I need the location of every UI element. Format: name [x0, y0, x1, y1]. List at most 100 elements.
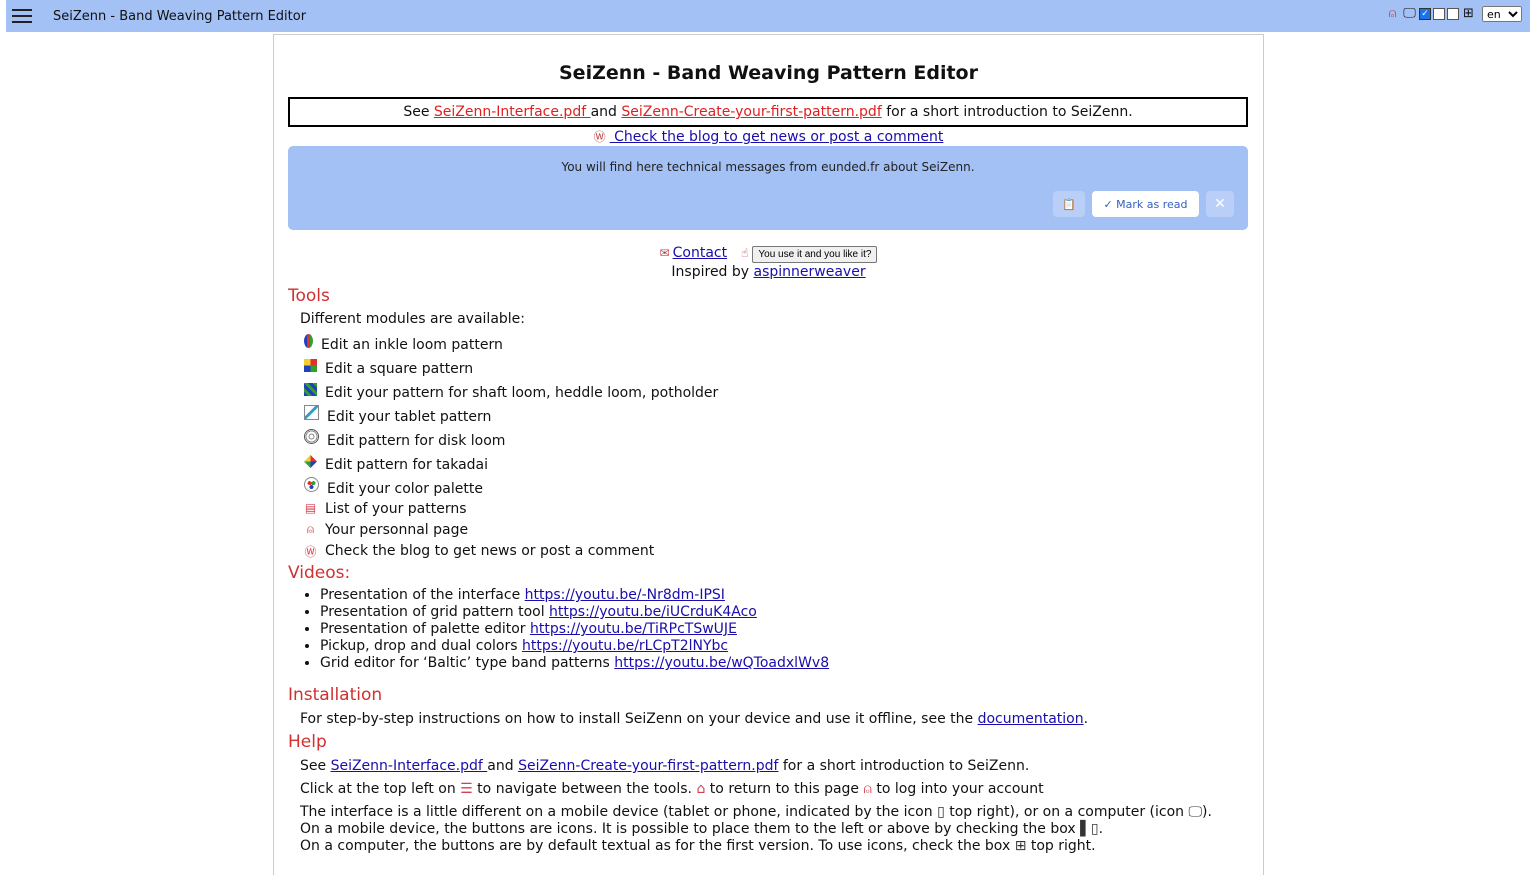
video-label: Pickup, drop and dual colors: [320, 638, 522, 654]
video-item: Grid editor for ‘Baltic’ type band patte…: [320, 655, 829, 672]
tools-list: Edit an inkle loom pattern Edit a square…: [304, 329, 718, 559]
close-message-button[interactable]: ✕: [1206, 191, 1234, 217]
thumbs-up-icon: ☝: [741, 246, 749, 260]
message-text: You will find here technical messages fr…: [561, 160, 975, 174]
tool-label: Edit your pattern for shaft loom, heddle…: [325, 385, 719, 401]
tool-item-tablet[interactable]: Edit your tablet pattern: [304, 401, 718, 425]
help-text: ).: [1202, 804, 1212, 820]
inkle-icon: [304, 334, 313, 348]
tool-item-square[interactable]: Edit a square pattern: [304, 353, 718, 377]
help-prefix: See: [300, 758, 331, 774]
tool-label: Edit your color palette: [327, 481, 483, 497]
tool-label: Edit pattern for disk loom: [327, 433, 506, 449]
user-icon: ⍝: [306, 522, 315, 536]
help-text: On a computer, the buttons are by defaul…: [300, 838, 1015, 854]
help-first-pattern-pdf-link[interactable]: SeiZenn-Create-your-first-pattern.pdf: [518, 758, 778, 774]
tool-item-disk-loom[interactable]: Edit pattern for disk loom: [304, 425, 718, 449]
user-icon: ⍝: [863, 781, 872, 797]
help-and: and: [487, 758, 519, 774]
message-box: You will find here technical messages fr…: [288, 146, 1248, 230]
intro-and: and: [590, 104, 622, 120]
video-link[interactable]: https://youtu.be/iUCrduK4Aco: [549, 604, 757, 620]
square-pattern-icon: [304, 359, 317, 372]
help-text: .: [1098, 821, 1104, 837]
wordpress-icon: Ⓦ: [304, 545, 317, 559]
tool-item-inkle[interactable]: Edit an inkle loom pattern: [304, 329, 718, 353]
tool-label: Edit your tablet pattern: [327, 409, 492, 425]
installation-suffix: .: [1083, 711, 1089, 727]
video-link[interactable]: https://youtu.be/-Nr8dm-IPSI: [525, 587, 725, 603]
grid-icon[interactable]: ⊞: [1461, 6, 1476, 22]
video-item: Presentation of the interface https://yo…: [320, 587, 829, 604]
video-link[interactable]: https://youtu.be/wQToadxlWv8: [614, 655, 829, 671]
tool-item-personal-page[interactable]: ⍝ Your personnal page: [304, 517, 718, 538]
installation-prefix: For step-by-step instructions on how to …: [300, 711, 978, 727]
help-text: to log into your account: [871, 781, 1044, 797]
user-icon[interactable]: ⍝: [1385, 6, 1400, 22]
video-list: Presentation of the interface https://yo…: [288, 587, 829, 672]
palette-icon: [304, 477, 319, 492]
help-text: top right.: [1026, 838, 1096, 854]
hamburger-menu-icon[interactable]: [12, 9, 32, 23]
shaft-loom-icon: [304, 383, 317, 396]
app-title: SeiZenn - Band Weaving Pattern Editor: [53, 8, 307, 24]
inspired-line: Inspired by aspinnerweaver: [274, 264, 1263, 280]
disk-loom-icon: [304, 429, 319, 444]
first-pattern-pdf-link[interactable]: SeiZenn-Create-your-first-pattern.pdf: [621, 104, 881, 120]
help-text: The interface is a little different on a…: [300, 804, 938, 820]
tool-item-shaft-loom[interactable]: Edit your pattern for shaft loom, heddle…: [304, 377, 718, 401]
tool-label: List of your patterns: [325, 501, 467, 517]
tablet-icon: [304, 405, 319, 420]
documentation-link[interactable]: documentation: [978, 711, 1084, 727]
like-button[interactable]: You use it and you like it?: [752, 246, 878, 263]
video-link[interactable]: https://youtu.be/rLCpT2lNYbc: [522, 638, 728, 654]
help-interface-pdf-link[interactable]: SeiZenn-Interface.pdf: [331, 758, 488, 774]
page-title: SeiZenn - Band Weaving Pattern Editor: [559, 62, 978, 84]
tool-item-blog[interactable]: Ⓦ Check the blog to get news or post a co…: [304, 538, 718, 559]
tool-item-pattern-list[interactable]: ▤ List of your patterns: [304, 497, 718, 517]
video-link[interactable]: https://youtu.be/TiRPcTSwUJE: [530, 621, 737, 637]
mail-icon: ✉: [659, 246, 670, 260]
tool-item-palette[interactable]: Edit your color palette: [304, 473, 718, 497]
help-line-2: Click at the top left on ☰ to navigate b…: [300, 781, 1044, 797]
grid-icon: ⊞: [1014, 838, 1027, 854]
copy-button[interactable]: 📋: [1053, 191, 1085, 217]
video-label: Presentation of palette editor: [320, 621, 530, 637]
contact-line: ✉ Contact ☝ You use it and you like it?: [274, 245, 1263, 263]
interface-pdf-link[interactable]: SeiZenn-Interface.pdf: [434, 104, 591, 120]
help-text: Click at the top left on: [300, 781, 461, 797]
help-heading: Help: [288, 732, 327, 752]
help-text: On a mobile device, the buttons are icon…: [300, 821, 1081, 837]
installation-heading: Installation: [288, 685, 383, 705]
video-item: Pickup, drop and dual colors https://you…: [320, 638, 829, 655]
videos-heading: Videos:: [288, 563, 351, 583]
icons-checkbox-icon[interactable]: ✓: [1419, 8, 1431, 20]
help-text: to navigate between the tools.: [472, 781, 697, 797]
intro-suffix: for a short introduction to SeiZenn.: [881, 104, 1133, 120]
computer-icon: 🖵: [1188, 804, 1203, 820]
blog-link[interactable]: Check the blog to get news or post a com…: [610, 129, 943, 145]
tools-heading: Tools: [288, 286, 330, 306]
wordpress-icon: Ⓦ: [593, 130, 606, 144]
top-bar: SeiZenn - Band Weaving Pattern Editor ⍝ …: [6, 0, 1530, 32]
hamburger-icon: ☰: [460, 781, 473, 797]
language-select[interactable]: en: [1482, 6, 1522, 22]
video-label: Presentation of the interface: [320, 587, 525, 603]
mobile-side-icon[interactable]: [1433, 8, 1445, 20]
intro-box: See SeiZenn-Interface.pdf and SeiZenn-Cr…: [288, 97, 1248, 127]
video-item: Presentation of grid pattern tool https:…: [320, 604, 829, 621]
mark-as-read-button[interactable]: ✓ Mark as read: [1092, 191, 1199, 217]
topbar-controls: ⍝ 🖵 ✓ ⊞ en: [1385, 6, 1522, 22]
tool-item-takadai[interactable]: Edit pattern for takadai: [304, 449, 718, 473]
video-label: Presentation of grid pattern tool: [320, 604, 550, 620]
contact-link[interactable]: Contact: [673, 245, 727, 261]
tool-label: Edit an inkle loom pattern: [321, 337, 503, 353]
tool-label: Edit a square pattern: [325, 361, 474, 377]
computer-icon[interactable]: 🖵: [1402, 6, 1417, 22]
tools-intro: Different modules are available:: [300, 311, 526, 327]
video-label: Grid editor for ‘Baltic’ type band patte…: [320, 655, 615, 671]
aspinnerweaver-link[interactable]: aspinnerweaver: [754, 264, 866, 280]
tool-label: Your personnal page: [325, 522, 469, 538]
layout-box-checkbox[interactable]: [1447, 8, 1459, 20]
tool-label: Edit pattern for takadai: [325, 457, 489, 473]
